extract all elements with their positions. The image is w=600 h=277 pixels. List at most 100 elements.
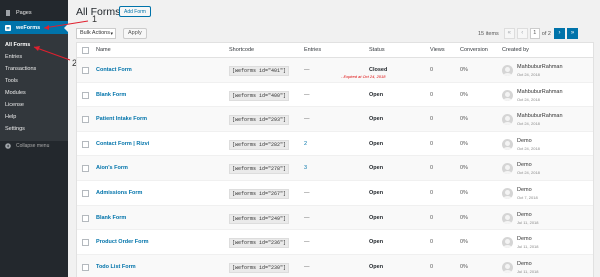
row-checkbox[interactable] [82, 116, 89, 124]
prev-page-button[interactable]: ‹ [516, 28, 528, 39]
select-all-checkbox[interactable] [82, 47, 89, 54]
entries-count[interactable]: 2 [304, 141, 307, 147]
weforms-submenu: All Forms Entries Transactions Tools Mod… [0, 34, 68, 141]
author-name: MahbuburRahman [517, 88, 563, 95]
shortcode-field[interactable]: [weforms id="230"] [229, 262, 290, 273]
status-text: Open [369, 239, 384, 246]
first-page-button[interactable]: « [503, 28, 515, 39]
table-row[interactable]: Contact Form [weforms id="401"] — Closed - E… [77, 58, 593, 83]
views-count: 0 [430, 239, 434, 246]
row-checkbox[interactable] [82, 140, 89, 148]
avatar [502, 114, 513, 126]
table-row[interactable]: Patient Intake Form [weforms id="293"] — Op… [77, 107, 593, 132]
submenu-item-help[interactable]: Help [0, 111, 68, 123]
row-checkbox[interactable] [82, 91, 89, 99]
table-row[interactable]: Contact Form | Rizvi [weforms id="282"] 2 O… [77, 132, 593, 157]
table-row[interactable]: Admissions Form [weforms id="267"] — Open 0 0… [77, 181, 593, 206]
collapse-label: Collapse menu [16, 143, 50, 149]
chevron-down-icon: ▾ [110, 31, 113, 37]
table-body: Contact Form [weforms id="401"] — Closed - E… [77, 58, 593, 277]
sidebar-item-weforms[interactable]: weForms [0, 21, 68, 34]
shortcode-field[interactable]: [weforms id="236"] [229, 238, 290, 249]
sidebar-item-pages[interactable]: Pages [0, 8, 68, 18]
item-count: 15 items [478, 30, 499, 37]
bulk-actions-select[interactable]: Bulk Actions ▾ [76, 28, 116, 39]
created-date: Oct 24, 2018 [517, 121, 540, 127]
form-name-link[interactable]: Contact Form [96, 67, 132, 73]
next-page-button[interactable]: › [553, 28, 565, 39]
sidebar-item-label: Pages [16, 10, 32, 16]
row-checkbox[interactable] [82, 67, 89, 74]
shortcode-field[interactable]: [weforms id="401"] [229, 66, 290, 76]
collapse-icon [5, 143, 11, 149]
conversion-rate: 0% [460, 91, 468, 98]
column-status-header: Status [369, 47, 385, 53]
views-count: 0 [430, 263, 434, 270]
form-name-link[interactable]: Blank Form [96, 92, 126, 98]
conversion-rate: 0% [460, 214, 468, 221]
conversion-rate: 0% [460, 239, 468, 246]
shortcode-field[interactable]: [weforms id="267"] [229, 188, 290, 199]
column-entries-header: Entries [304, 47, 322, 53]
created-date: Oct 24, 2018 [517, 72, 540, 77]
page-title: All Forms [76, 6, 121, 18]
submenu-item-tools[interactable]: Tools [0, 75, 68, 87]
form-name-link[interactable]: Product Order Form [96, 239, 149, 245]
table-row[interactable]: Aion's Form [weforms id="278"] 3 Open 0 0% Dem… [77, 156, 593, 181]
form-name-link[interactable]: Contact Form | Rizvi [96, 141, 149, 147]
current-page-input[interactable]: 1 [529, 28, 540, 39]
submenu-item-settings[interactable]: Settings [0, 123, 68, 135]
author-name: MahbuburRahman [517, 64, 563, 70]
submenu-item-license[interactable]: License [0, 99, 68, 111]
avatar [502, 163, 513, 175]
avatar [502, 187, 513, 199]
table-row[interactable]: Product Order Form [weforms id="236"] — Ope… [77, 230, 593, 255]
row-checkbox[interactable] [82, 214, 89, 222]
form-name-link[interactable]: Patient Intake Form [96, 116, 147, 122]
table-row[interactable]: Blank Form [weforms id="249"] — Open 0 0% Demo… [77, 205, 593, 231]
status-text: Open [369, 140, 384, 147]
status-text: Open [369, 165, 384, 172]
apply-button[interactable]: Apply [123, 28, 147, 39]
table-header: Name Shortcode Entries Status Views Conv… [77, 43, 593, 58]
weforms-icon [5, 24, 11, 31]
submenu-item-all-forms[interactable]: All Forms [0, 39, 68, 51]
row-checkbox[interactable] [82, 165, 89, 173]
add-form-button[interactable]: Add Form [119, 6, 151, 17]
status-text: Open [369, 116, 384, 123]
status-text: Open [369, 214, 384, 221]
row-checkbox[interactable] [82, 239, 89, 247]
shortcode-field[interactable]: [weforms id="249"] [229, 213, 290, 224]
form-name-link[interactable]: Aion's Form [96, 165, 128, 171]
shortcode-field[interactable]: [weforms id="282"] [229, 139, 290, 150]
form-name-link[interactable]: Todo List Form [96, 264, 136, 270]
form-name-link[interactable]: Blank Form [96, 215, 126, 221]
row-checkbox[interactable] [82, 189, 89, 197]
table-row[interactable]: Todo List Form [weforms id="230"] — Open 0 0%… [77, 254, 593, 277]
submenu-item-entries[interactable]: Entries [0, 51, 68, 63]
collapse-menu-button[interactable]: Collapse menu [0, 141, 68, 151]
expired-note: - Expired at Oct 24, 2018 [341, 74, 386, 79]
views-count: 0 [430, 165, 434, 172]
bulk-actions-label: Bulk Actions [80, 30, 110, 36]
status-text: Closed [369, 67, 388, 73]
table-row[interactable]: Blank Form [weforms id="400"] — Open 0 0% Mahb… [77, 83, 593, 108]
entries-count: — [304, 263, 310, 270]
submenu-item-transactions[interactable]: Transactions [0, 63, 68, 75]
row-checkbox[interactable] [82, 263, 89, 271]
last-page-button[interactable]: » [566, 28, 578, 39]
entries-count[interactable]: 3 [304, 165, 307, 171]
shortcode-field[interactable]: [weforms id="293"] [229, 115, 290, 126]
column-name-header[interactable]: Name [96, 47, 111, 53]
author-name: Demo [517, 186, 532, 193]
status-text: Open [369, 91, 384, 98]
form-name-link[interactable]: Admissions Form [96, 190, 142, 196]
column-conversion-header: Conversion [460, 47, 488, 53]
status-text: Open [369, 189, 384, 196]
submenu-item-modules[interactable]: Modules [0, 87, 68, 99]
views-count: 0 [430, 214, 434, 221]
shortcode-field[interactable]: [weforms id="278"] [229, 164, 290, 175]
conversion-rate: 0% [460, 165, 468, 172]
shortcode-field[interactable]: [weforms id="400"] [229, 90, 290, 101]
conversion-rate: 0% [460, 67, 468, 73]
